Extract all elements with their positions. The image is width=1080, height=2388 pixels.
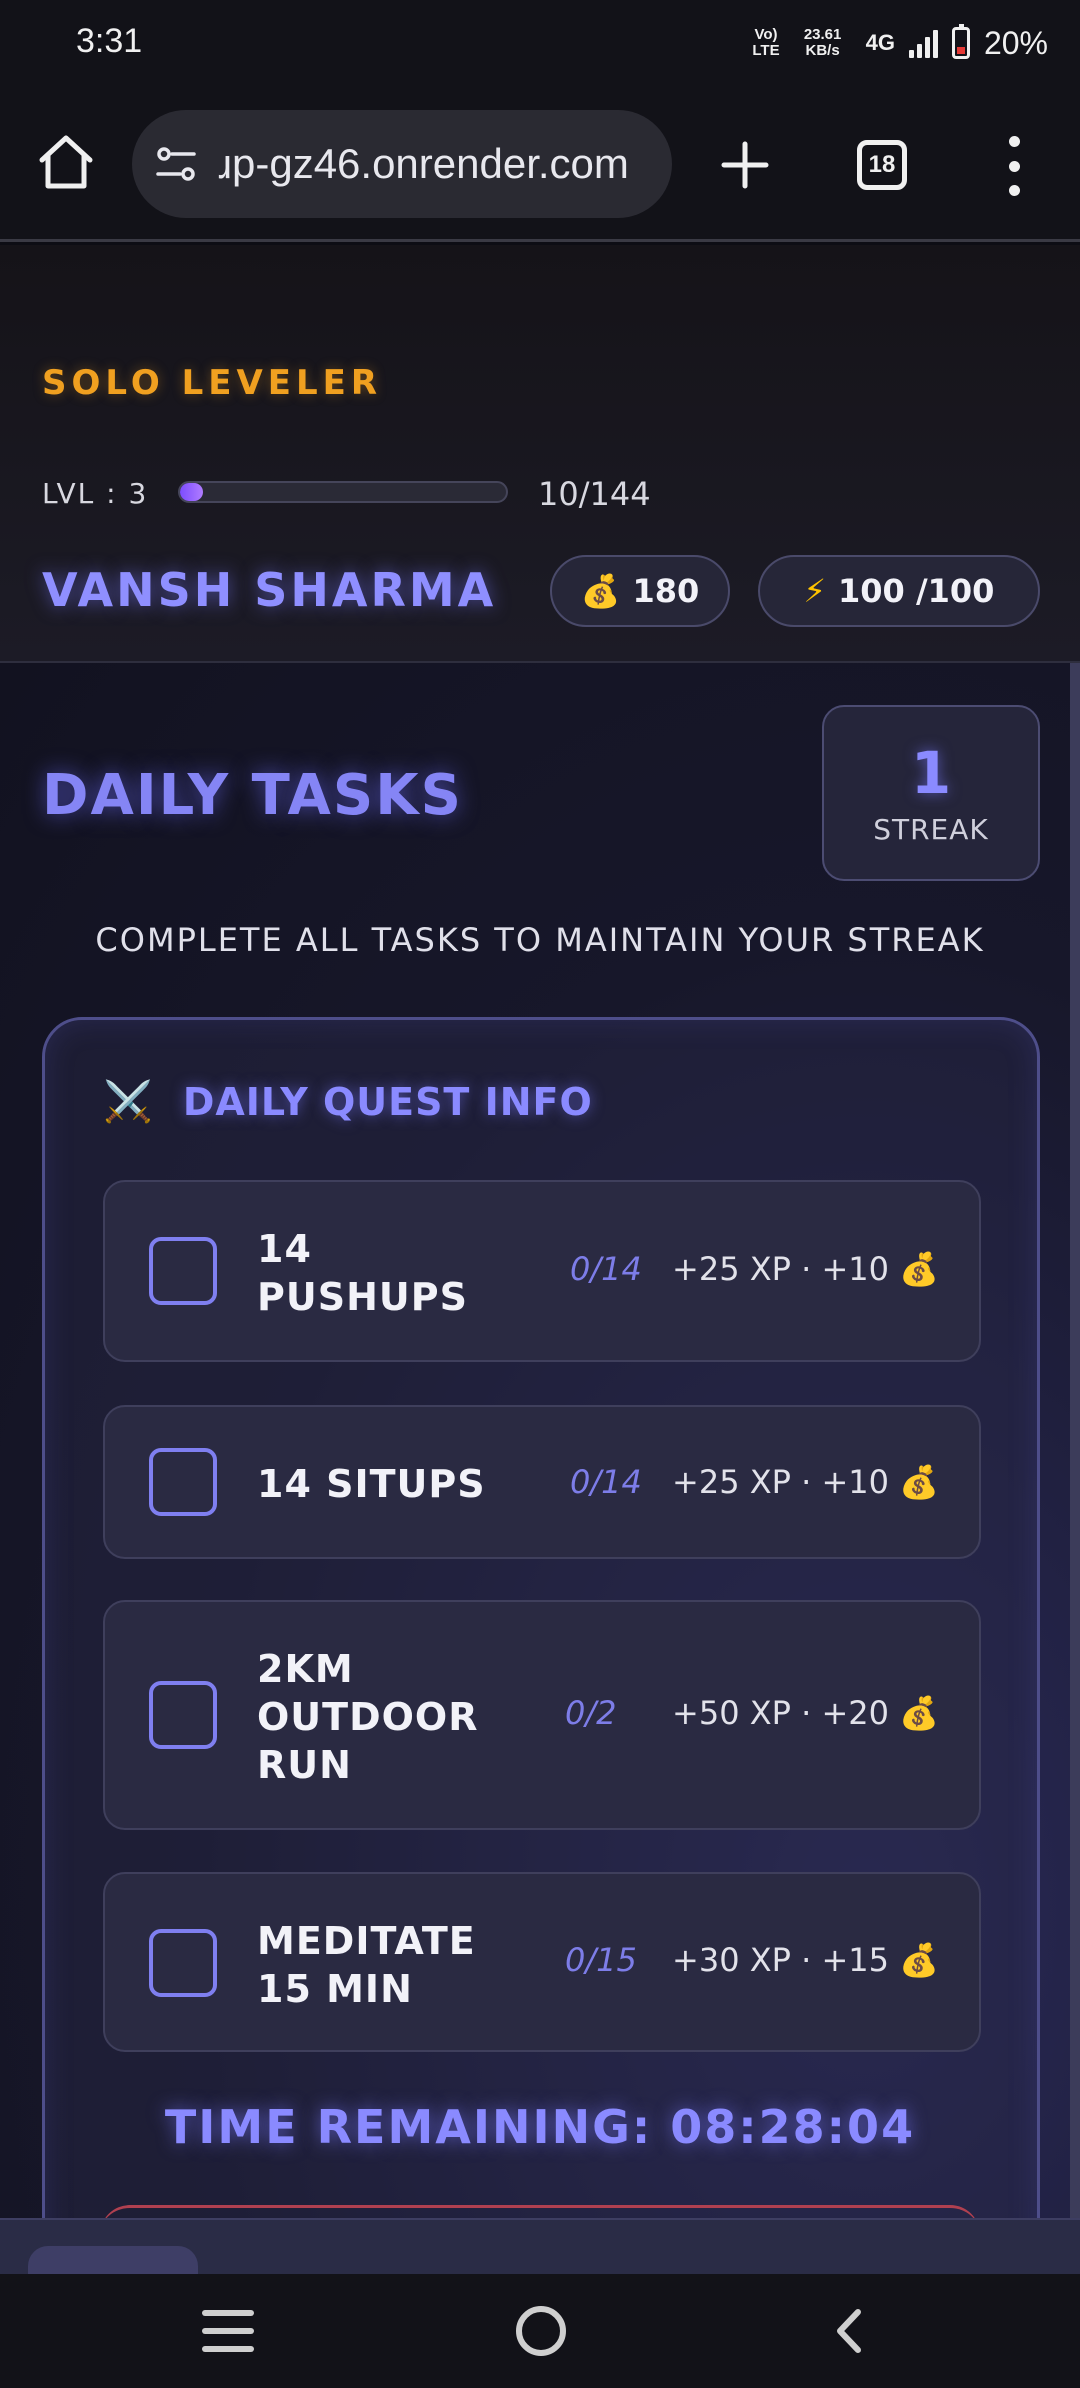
task-card[interactable]: MEDITATE 15 MIN 0/15 +30 XP · +15 💰 bbox=[103, 1872, 981, 2052]
task-name: 2KM OUTDOOR RUN bbox=[257, 1647, 479, 1787]
home-icon[interactable] bbox=[34, 130, 98, 194]
task-card[interactable]: 2KM OUTDOOR RUN 0/2 +50 XP · +20 💰 bbox=[103, 1600, 981, 1830]
time-remaining: TIME REMAINING: 08:28:04 bbox=[164, 2100, 916, 2154]
recent-apps-icon[interactable] bbox=[202, 2310, 254, 2352]
task-name: 14 PUSHUPS bbox=[257, 1227, 468, 1319]
panel-header: ⚔️ DAILY QUEST INFO bbox=[103, 1078, 593, 1125]
daily-tasks-title: DAILY TASKS bbox=[42, 763, 463, 828]
battery-percent: 20% bbox=[983, 24, 1048, 61]
xp-text: 10/144 bbox=[538, 475, 651, 513]
task-progress: 0/14 bbox=[570, 1463, 642, 1501]
brand-title: SOLO LEVELER bbox=[42, 363, 383, 403]
bottom-bar bbox=[0, 2218, 1080, 2282]
player-name: VANSH SHARMA bbox=[42, 563, 497, 617]
task-checkbox[interactable] bbox=[149, 1929, 217, 1997]
more-menu-icon[interactable] bbox=[1004, 136, 1024, 196]
task-progress: 0/15 bbox=[565, 1941, 637, 1979]
lightning-icon: ⚡ bbox=[803, 572, 827, 610]
app-header: SOLO LEVELER LVL : 3 10/144 VANSH SHARMA… bbox=[0, 245, 1080, 663]
task-reward: +50 XP · +20 💰 bbox=[672, 1694, 939, 1732]
status-indicators: Vo) LTE 23.61 KB/s 4G 20% bbox=[752, 18, 1048, 68]
energy-badge: ⚡ 100 /100 bbox=[758, 555, 1040, 627]
task-reward: +25 XP · +10 💰 bbox=[672, 1250, 939, 1288]
energy-value: 100 /100 bbox=[838, 572, 995, 610]
daily-quest-panel: ⚔️ DAILY QUEST INFO 14 PUSHUPS 0/14 +25 … bbox=[42, 1017, 1040, 2218]
gold-value: 180 bbox=[632, 572, 700, 610]
streak-label: STREAK bbox=[873, 813, 989, 846]
task-progress: 0/14 bbox=[570, 1250, 642, 1288]
system-navigation-bar bbox=[0, 2274, 1080, 2388]
xp-progress-bar bbox=[178, 481, 508, 503]
signal-icon bbox=[908, 28, 938, 58]
task-card[interactable]: 14 SITUPS 0/14 +25 XP · +10 💰 bbox=[103, 1405, 981, 1559]
status-time: 3:31 bbox=[76, 22, 143, 60]
tab-switcher-button[interactable]: 18 bbox=[857, 140, 907, 190]
browser-toolbar: ɹp-gz46.onrender.com 18 bbox=[0, 88, 1080, 242]
address-bar[interactable]: ɹp-gz46.onrender.com bbox=[132, 110, 672, 218]
task-reward: +25 XP · +10 💰 bbox=[672, 1463, 939, 1501]
task-checkbox[interactable] bbox=[149, 1681, 217, 1749]
action-button[interactable] bbox=[100, 2205, 980, 2218]
gold-badge: 💰 180 bbox=[550, 555, 730, 627]
task-checkbox[interactable] bbox=[149, 1237, 217, 1305]
scrollbar[interactable] bbox=[1070, 663, 1080, 2218]
level-label: LVL : 3 bbox=[42, 477, 149, 510]
volte-indicator: Vo) LTE bbox=[752, 26, 780, 59]
streak-value: 1 bbox=[910, 739, 952, 807]
url-text[interactable]: ɹp-gz46.onrender.com bbox=[218, 140, 629, 188]
task-reward: +30 XP · +15 💰 bbox=[672, 1941, 939, 1979]
panel-title: DAILY QUEST INFO bbox=[182, 1079, 593, 1124]
task-name: MEDITATE 15 MIN bbox=[257, 1919, 476, 2011]
task-progress: 0/2 bbox=[565, 1694, 617, 1732]
task-card[interactable]: 14 PUSHUPS 0/14 +25 XP · +10 💰 bbox=[103, 1180, 981, 1362]
main-content: DAILY TASKS 1 STREAK COMPLETE ALL TASKS … bbox=[0, 663, 1080, 2218]
task-name: 14 SITUPS bbox=[257, 1462, 486, 1506]
task-checkbox[interactable] bbox=[149, 1448, 217, 1516]
streak-hint: COMPLETE ALL TASKS TO MAINTAIN YOUR STRE… bbox=[95, 921, 985, 959]
status-bar: 3:31 Vo) LTE 23.61 KB/s 4G 20% bbox=[0, 0, 1080, 88]
new-tab-icon[interactable] bbox=[718, 138, 772, 192]
site-settings-icon[interactable] bbox=[154, 142, 198, 186]
crossed-swords-icon: ⚔️ bbox=[103, 1079, 153, 1125]
network-type: 4G bbox=[865, 30, 895, 55]
network-speed: 23.61 KB/s bbox=[803, 26, 842, 59]
home-button-icon[interactable] bbox=[516, 2306, 566, 2356]
streak-card: 1 STREAK bbox=[822, 705, 1040, 881]
battery-icon bbox=[951, 24, 970, 59]
money-bag-icon: 💰 bbox=[580, 572, 621, 610]
back-icon[interactable] bbox=[826, 2306, 876, 2356]
xp-progress-fill bbox=[180, 483, 203, 501]
